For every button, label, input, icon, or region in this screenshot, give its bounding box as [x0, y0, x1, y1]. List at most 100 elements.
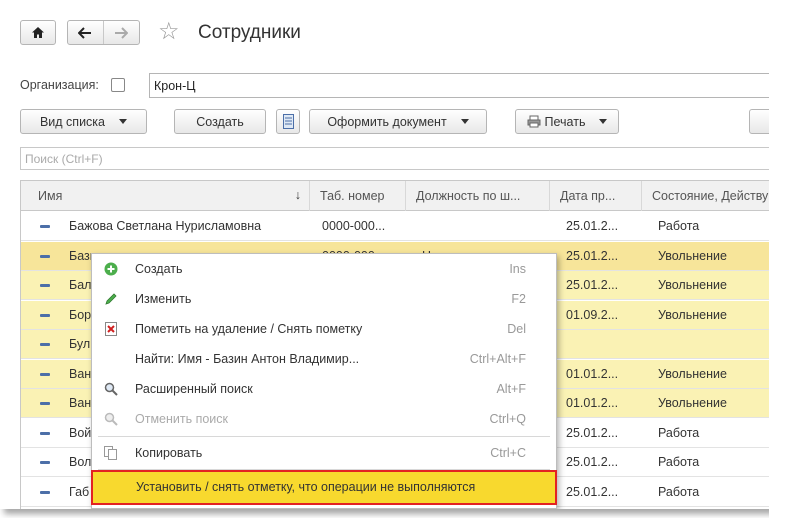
- printer-icon: [527, 115, 541, 128]
- menu-item-edit[interactable]: Изменить F2: [92, 284, 556, 314]
- sort-down-icon: ↓: [294, 188, 301, 202]
- cell-date: 25.01.2...: [566, 484, 619, 499]
- column-header-position[interactable]: Должность по ш...: [406, 181, 550, 211]
- row-status-icon: [40, 254, 50, 258]
- menu-item-find[interactable]: Найти: Имя - Базин Антон Владимир... Ctr…: [92, 344, 556, 374]
- row-status-icon: [40, 284, 50, 287]
- row-status-icon: [40, 490, 50, 494]
- magnifier-icon: [104, 382, 118, 396]
- row-status-icon: [40, 461, 50, 464]
- back-button[interactable]: [68, 21, 104, 44]
- menu-item-create[interactable]: Создать Ins: [92, 254, 556, 284]
- row-status-icon: [40, 313, 50, 317]
- page-title: Сотрудники: [198, 22, 301, 43]
- row-status-icon: [40, 343, 50, 346]
- chevron-down-icon: [460, 119, 469, 124]
- star-icon[interactable]: ☆: [158, 20, 180, 44]
- menu-item-copy[interactable]: Копировать Ctrl+C: [92, 438, 556, 468]
- arrow-left-icon: [78, 26, 92, 39]
- cell-state: Работа: [658, 484, 700, 499]
- table-row[interactable]: Бажова Светлана Нурисламовна 0000-000... 2…: [21, 212, 772, 241]
- row-status-icon: [40, 372, 50, 376]
- menu-item-label: Установить / снять отметку, что операции…: [136, 480, 476, 494]
- chevron-down-icon: [119, 119, 128, 124]
- menu-item-label: Копировать: [135, 446, 203, 460]
- cell-state: [658, 330, 772, 359]
- menu-item-shortcut: Ctrl+Q: [489, 412, 526, 426]
- menu-item-label: Отменить поиск: [135, 412, 229, 426]
- cell-state: Увольнение: [658, 396, 727, 410]
- cell-date: 25.01.2...: [566, 455, 619, 469]
- page-edge: [769, 0, 785, 518]
- menu-item-label: Пометить на удаление / Снять пометку: [135, 322, 363, 336]
- print-label: Печать: [544, 114, 586, 129]
- menu-item-shortcut: Ins: [509, 262, 526, 276]
- menu-separator: [98, 436, 550, 437]
- cell-date: 01.09.2...: [566, 307, 619, 322]
- menu-item-shortcut: Alt+F: [496, 382, 526, 396]
- employees-window: ☆ Сотрудники Организация: Крон-Ц Вид спи…: [0, 0, 772, 509]
- column-header-tab[interactable]: Таб. номер: [310, 181, 406, 211]
- cell-date: [566, 330, 638, 359]
- list-settings-button[interactable]: [276, 109, 300, 134]
- column-header-state[interactable]: Состояние, Действу: [642, 181, 772, 211]
- column-header-date[interactable]: Дата пр...: [550, 181, 642, 211]
- menu-item-shortcut: Del: [507, 322, 526, 336]
- menu-item-label: Изменить: [135, 292, 192, 306]
- chevron-down-icon: [599, 119, 608, 124]
- context-menu: Создать Ins Изменить F2 Пометить на удал…: [91, 253, 557, 509]
- cell-state: Работа: [658, 425, 700, 440]
- menu-item-label: Создать: [135, 262, 183, 276]
- forward-button[interactable]: [104, 21, 140, 44]
- create-label: Создать: [196, 114, 244, 129]
- column-header-name[interactable]: Имя ↓: [21, 181, 310, 211]
- menu-item-shortcut: F2: [511, 292, 526, 306]
- menu-item-advanced-search[interactable]: Расширенный поиск Alt+F: [92, 374, 556, 404]
- row-status-icon: [40, 431, 50, 435]
- view-list-button[interactable]: Вид списка: [20, 109, 147, 134]
- column-header-label: Имя: [38, 189, 63, 203]
- cell-date: 25.01.2...: [566, 248, 619, 263]
- cell-date: 25.01.2...: [566, 219, 619, 233]
- org-field[interactable]: Крон-Ц: [149, 73, 772, 98]
- cell-pos: [422, 212, 542, 241]
- cell-state: Увольнение: [658, 307, 727, 322]
- cell-date: 25.01.2...: [566, 278, 619, 292]
- home-icon: [32, 27, 44, 38]
- org-label: Организация:: [20, 78, 99, 92]
- view-list-label: Вид списка: [39, 114, 106, 129]
- nav-buttons: [67, 20, 140, 45]
- doc-button[interactable]: Оформить документ: [309, 109, 487, 134]
- search-input[interactable]: Поиск (Ctrl+F): [20, 147, 772, 170]
- org-checkbox[interactable]: [111, 78, 125, 92]
- menu-item-label: Расширенный поиск: [135, 382, 253, 396]
- menu-item-shortcut: Ctrl+Alt+F: [469, 352, 526, 366]
- cell-tab: 0000-000...: [322, 219, 386, 233]
- home-button[interactable]: [20, 20, 56, 45]
- menu-item-toggle-operations[interactable]: Установить / снять отметку, что операции…: [91, 470, 557, 505]
- copy-icon: [104, 446, 117, 460]
- doc-label: Оформить документ: [327, 114, 447, 129]
- cell-date: 01.01.2...: [566, 366, 619, 381]
- cell-state: Увольнение: [658, 248, 727, 263]
- pencil-icon: [105, 293, 117, 305]
- create-button[interactable]: Создать: [174, 109, 266, 134]
- row-status-icon: [40, 402, 50, 405]
- list-icon: [282, 114, 294, 129]
- cell-date: 25.01.2...: [566, 425, 619, 440]
- cell-name: Бажова Светлана Нурисламовна: [69, 219, 262, 233]
- table-header: Имя ↓ Таб. номер Должность по ш... Дата …: [21, 181, 772, 211]
- cell-state: Работа: [658, 455, 700, 469]
- cell-date: 01.01.2...: [566, 396, 619, 410]
- arrow-right-icon: [115, 26, 129, 39]
- cancel-search-icon: [104, 412, 118, 426]
- print-button[interactable]: Печать: [515, 109, 619, 134]
- cell-state: Работа: [658, 219, 700, 233]
- menu-item-shortcut: Ctrl+C: [490, 446, 526, 460]
- menu-item-cancel-search[interactable]: Отменить поиск Ctrl+Q: [92, 404, 556, 434]
- delete-mark-icon: [105, 322, 117, 336]
- row-status-icon: [40, 225, 50, 228]
- plus-circle-icon: [104, 262, 118, 276]
- menu-item-mark-delete[interactable]: Пометить на удаление / Снять пометку Del: [92, 314, 556, 344]
- cell-state: Увольнение: [658, 278, 727, 292]
